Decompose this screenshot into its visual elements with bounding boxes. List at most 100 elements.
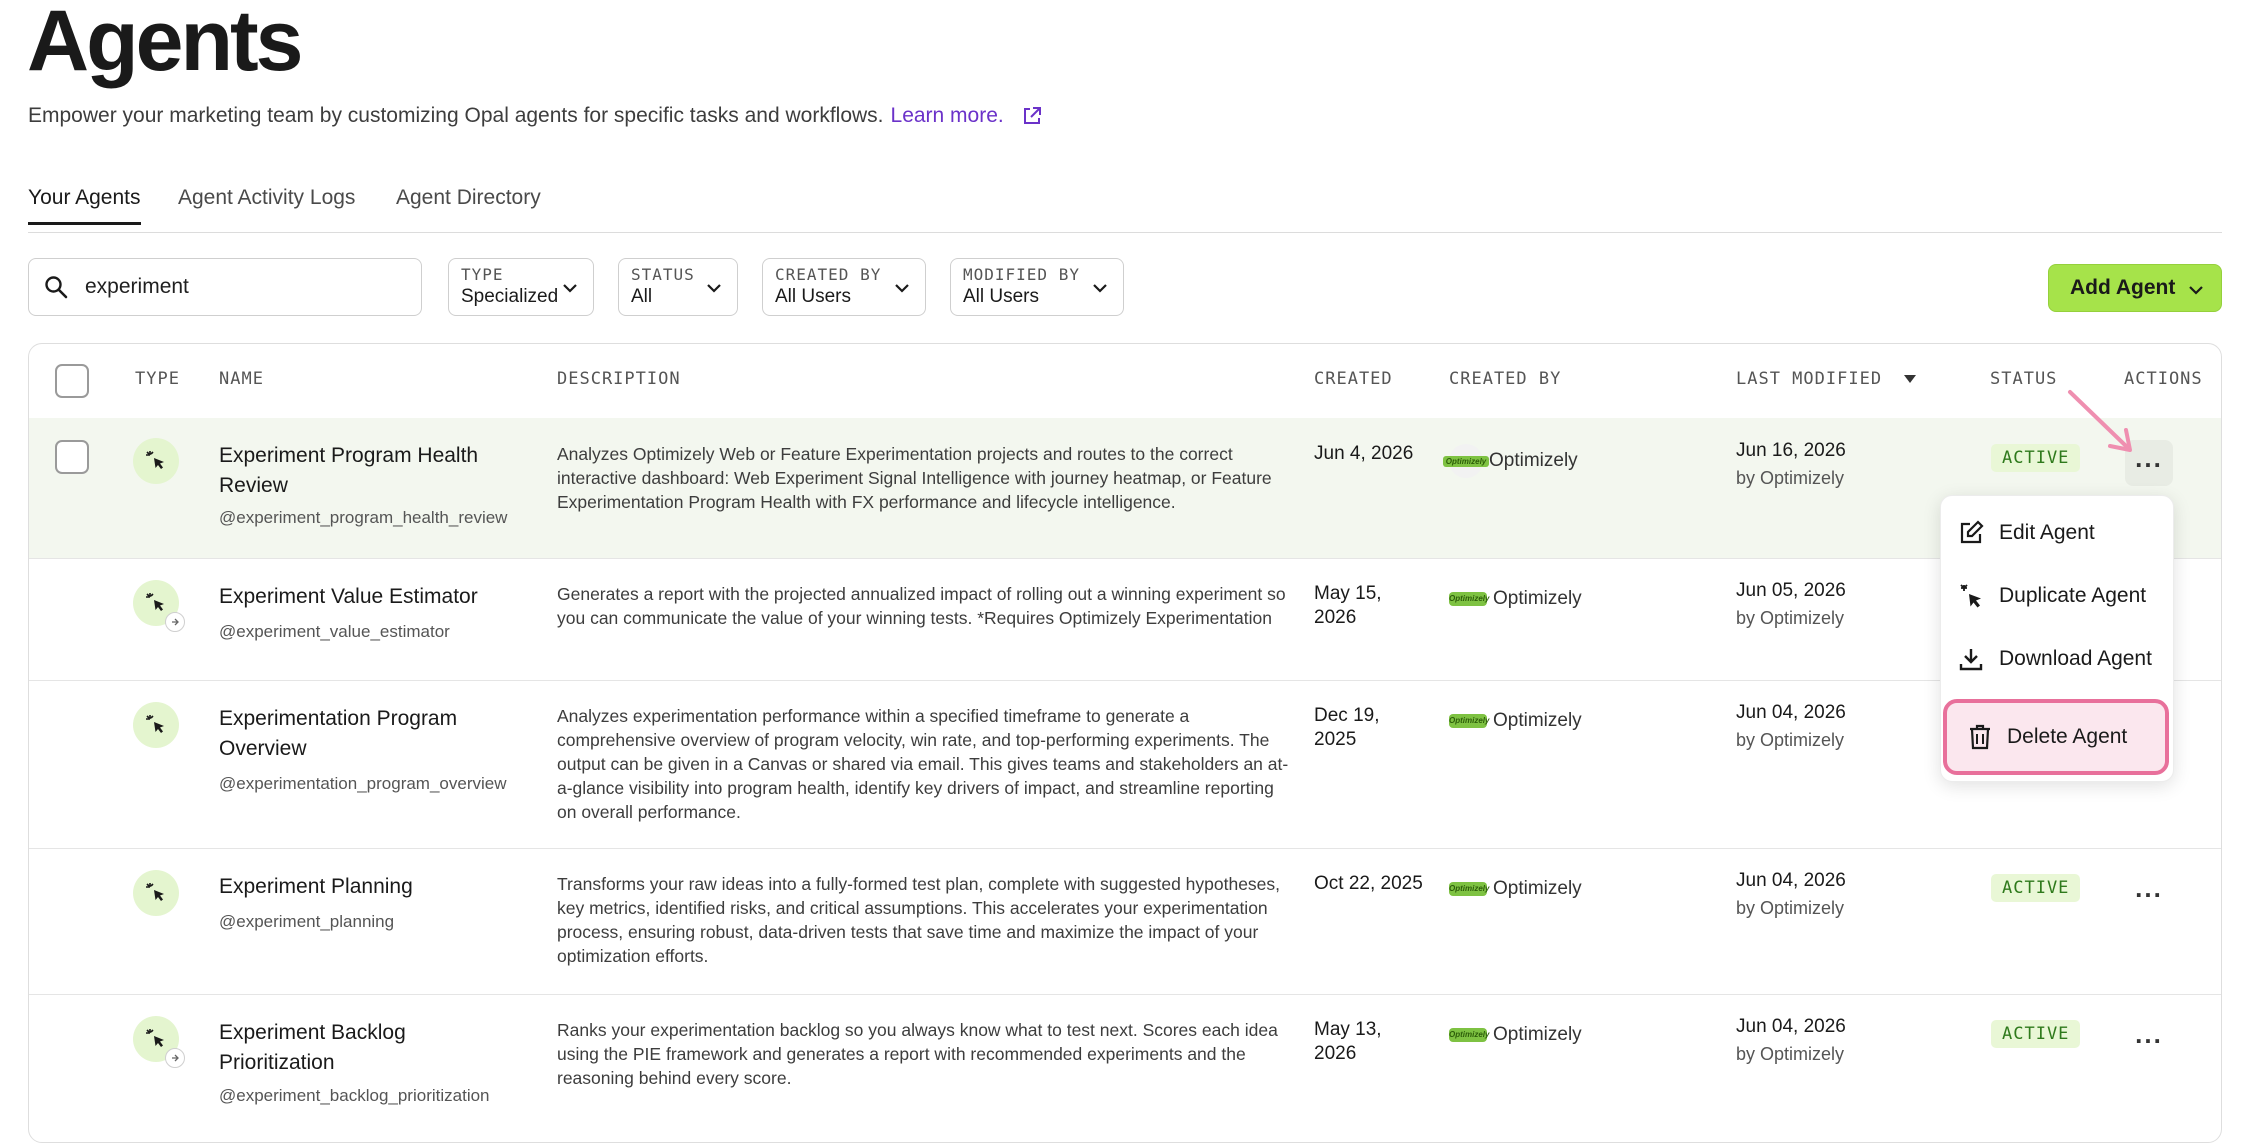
created-by-text: Optimizely — [1493, 710, 1582, 731]
created-by-text: Optimizely — [1493, 588, 1582, 609]
optimizely-logo: Optimizely — [1449, 714, 1489, 728]
modified-date: Jun 04, 2026 — [1736, 702, 1846, 723]
agent-created-by: Optimizely Optimizely — [1449, 1024, 1582, 1046]
chevron-down-icon — [1093, 284, 1107, 293]
table-row[interactable]: Experiment Value Estimator @experiment_v… — [29, 558, 2221, 681]
agent-name[interactable]: Experiment Program Health Review — [219, 441, 519, 501]
row-actions-button[interactable]: ... — [2125, 1016, 2173, 1062]
edit-icon — [1960, 520, 1984, 544]
agent-name[interactable]: Experiment Backlog Prioritization — [219, 1018, 519, 1078]
modified-by: by Optimizely — [1736, 730, 1845, 750]
chevron-down-icon — [707, 284, 721, 293]
cursor-sparkle-icon — [133, 870, 179, 916]
header-status[interactable]: STATUS — [1990, 369, 2057, 389]
menu-duplicate-agent-label: Duplicate Agent — [1999, 584, 2147, 607]
agent-handle: @experimentation_program_overview — [219, 774, 507, 793]
cursor-sparkle-icon — [133, 438, 179, 484]
agent-created-by: Optimizely Optimizely — [1449, 878, 1582, 900]
sort-desc-icon — [1904, 375, 1917, 383]
agent-description: Ranks your experimentation backlog so yo… — [557, 1020, 1278, 1088]
row-checkbox[interactable] — [55, 440, 89, 474]
tab-your-agents[interactable]: Your Agents — [28, 186, 141, 225]
chevron-down-icon — [895, 284, 909, 293]
header-type: TYPE — [135, 369, 180, 389]
trash-icon — [1970, 724, 1990, 750]
modified-by: by Optimizely — [1736, 468, 1845, 488]
modified-date: Jun 04, 2026 — [1736, 870, 1846, 891]
shared-badge-icon — [165, 612, 185, 632]
agent-created-by: Optimizely Optimizely — [1449, 588, 1582, 610]
agent-description: Analyzes Optimizely Web or Feature Exper… — [557, 444, 1272, 512]
modified-date: Jun 05, 2026 — [1736, 580, 1846, 601]
agent-handle: @experiment_backlog_prioritization — [219, 1086, 490, 1105]
table-row[interactable]: Experiment Program Health Review @experi… — [29, 418, 2221, 559]
filter-modified-by[interactable]: MODIFIED BY All Users — [950, 258, 1124, 316]
modified-by: by Optimizely — [1736, 898, 1845, 918]
modified-date: Jun 16, 2026 — [1736, 440, 1846, 461]
search-icon — [45, 276, 68, 299]
optimizely-logo: Optimizely — [1442, 444, 1490, 478]
agent-modified: Jun 05, 2026 by Optimizely — [1736, 580, 1846, 629]
tab-agent-directory[interactable]: Agent Directory — [396, 186, 541, 222]
agent-description: Transforms your raw ideas into a fully-f… — [557, 874, 1281, 966]
menu-edit-agent-label: Edit Agent — [1999, 521, 2095, 544]
agent-description: Analyzes experimentation performance wit… — [557, 706, 1289, 822]
filter-type[interactable]: TYPE Specialized — [448, 258, 594, 316]
agent-name[interactable]: Experiment Value Estimator — [219, 582, 519, 612]
modified-date: Jun 04, 2026 — [1736, 1016, 1846, 1037]
modified-by: by Optimizely — [1736, 608, 1845, 628]
duplicate-icon — [1960, 584, 1981, 608]
agent-name[interactable]: Experiment Planning — [219, 872, 519, 902]
agent-created-by: Optimizely Optimizely — [1449, 710, 1582, 732]
cursor-sparkle-icon — [133, 580, 185, 632]
select-all-checkbox[interactable] — [55, 364, 89, 398]
download-icon — [1959, 649, 1983, 671]
tab-agent-activity-logs[interactable]: Agent Activity Logs — [178, 186, 355, 222]
status-badge: ACTIVE — [1991, 874, 2081, 902]
agent-handle: @experiment_planning — [219, 912, 395, 931]
created-by-text: Optimizely — [1493, 1024, 1582, 1045]
menu-edit-agent[interactable]: Edit Agent — [1957, 510, 2095, 556]
learn-more-link[interactable]: Learn more. — [891, 104, 1004, 128]
filter-status[interactable]: STATUS All — [618, 258, 738, 316]
header-created-by[interactable]: CREATED BY — [1449, 369, 1561, 389]
header-created[interactable]: CREATED — [1314, 369, 1393, 389]
add-agent-button[interactable]: Add Agent — [2048, 264, 2222, 312]
table-row[interactable]: Experiment Planning @experiment_planning… — [29, 848, 2221, 995]
filter-modified-by-value: All Users — [963, 286, 1040, 307]
agent-modified: Jun 16, 2026 by Optimizely — [1736, 440, 1846, 489]
menu-delete-agent-label: Delete Agent — [2007, 725, 2128, 748]
status-badge: ACTIVE — [1991, 1020, 2081, 1048]
cursor-sparkle-icon — [133, 1016, 185, 1068]
agent-modified: Jun 04, 2026 by Optimizely — [1736, 1016, 1846, 1065]
external-link-icon[interactable] — [1021, 105, 1043, 127]
search-input[interactable] — [83, 274, 387, 300]
created-by-text: Optimizely — [1489, 450, 1578, 471]
optimizely-logo: Optimizely — [1449, 592, 1489, 606]
modified-by: by Optimizely — [1736, 1044, 1845, 1064]
agent-modified: Jun 04, 2026 by Optimizely — [1736, 870, 1846, 919]
header-name[interactable]: NAME — [219, 369, 264, 389]
table-row[interactable]: Experimentation Program Overview @experi… — [29, 680, 2221, 849]
agents-table: TYPE NAME DESCRIPTION CREATED CREATED BY… — [28, 343, 2222, 1143]
optimizely-logo: Optimizely — [1449, 882, 1489, 896]
menu-download-agent[interactable]: Download Agent — [1957, 636, 2152, 682]
header-last-modified[interactable]: LAST MODIFIED — [1736, 369, 1917, 389]
menu-delete-agent[interactable]: Delete Agent — [1943, 699, 2169, 775]
header-last-modified-label: LAST MODIFIED — [1736, 369, 1883, 389]
chevron-down-icon — [563, 284, 577, 293]
created-by-text: Optimizely — [1493, 878, 1582, 899]
tab-bar: Your Agents Agent Activity Logs Agent Di… — [28, 186, 2222, 233]
shared-badge-icon — [165, 1048, 185, 1068]
table-row[interactable]: Experiment Backlog Prioritization @exper… — [29, 994, 2221, 1142]
page-subtitle: Empower your marketing team by customizi… — [28, 104, 1043, 128]
agent-created: Oct 22, 2025 — [1314, 873, 1423, 894]
optimizely-logo: Optimizely — [1449, 1028, 1489, 1042]
row-actions-button[interactable]: ... — [2125, 870, 2173, 916]
agent-created: May 15, 2026 — [1314, 583, 1382, 628]
agent-handle: @experiment_program_health_review — [219, 508, 508, 527]
filter-created-by[interactable]: CREATED BY All Users — [762, 258, 926, 316]
agent-created: May 13, 2026 — [1314, 1019, 1382, 1064]
agent-name[interactable]: Experimentation Program Overview — [219, 704, 519, 764]
menu-duplicate-agent[interactable]: Duplicate Agent — [1957, 573, 2146, 619]
